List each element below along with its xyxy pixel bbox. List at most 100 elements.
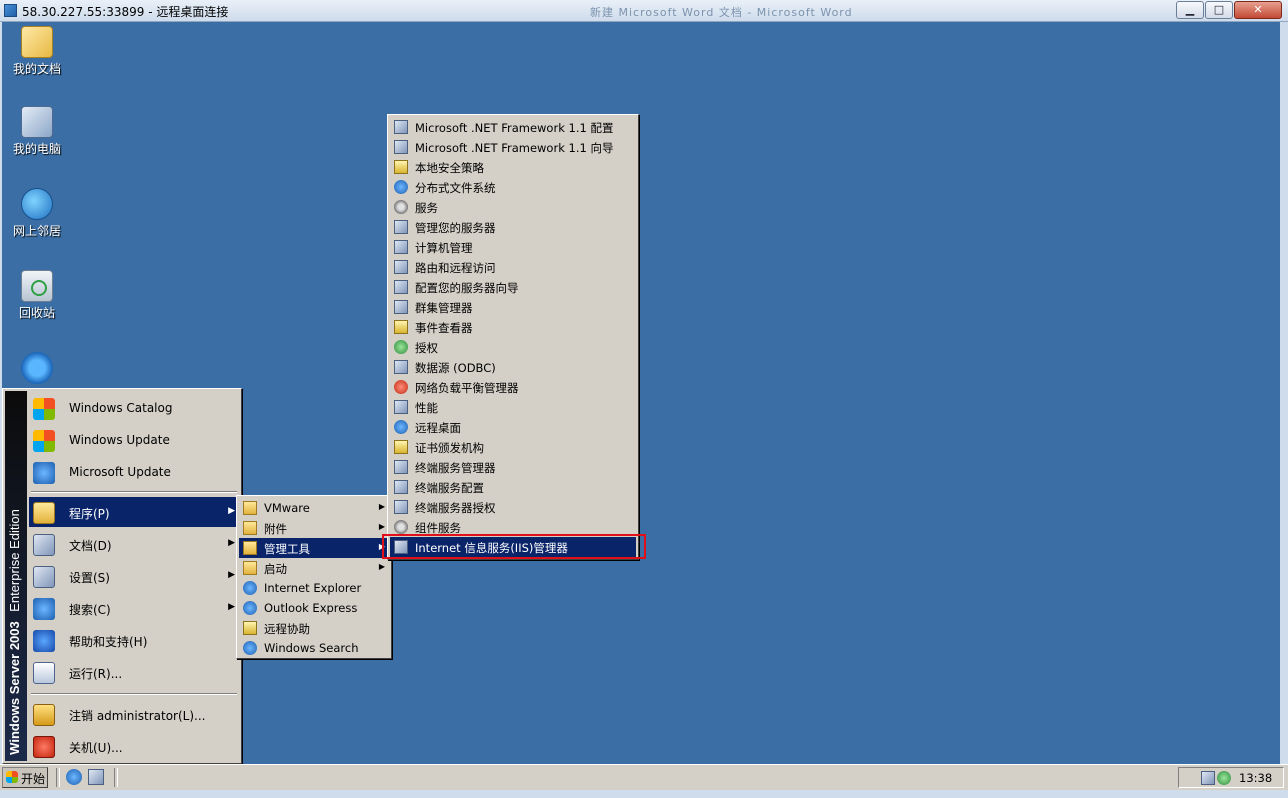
remote-desktop-title-bar[interactable]: 58.30.227.55:33899 - 远程桌面连接 新建 Microsoft… — [0, 0, 1288, 22]
tray-clock[interactable]: 13:38 — [1239, 771, 1272, 785]
terminal-config-icon — [394, 480, 408, 494]
highlight-annotation-box — [382, 534, 646, 559]
quicklaunch-desktop-icon[interactable] — [88, 769, 104, 785]
admin-item-odbc[interactable]: 数据源 (ODBC) — [390, 357, 636, 377]
dotnet-wizard-icon — [394, 140, 408, 154]
remote-assistance-icon — [243, 621, 257, 635]
banner-product: Windows Server 2003 — [7, 621, 22, 755]
desktop-icon-internet-explorer[interactable] — [4, 352, 70, 386]
tray-network-icon[interactable] — [1201, 771, 1215, 785]
start-button[interactable]: 开始 — [2, 767, 48, 788]
internet-explorer-icon — [21, 352, 53, 384]
submenu-arrow-icon: ▶ — [228, 570, 235, 580]
admin-item-dfs[interactable]: 分布式文件系统 — [390, 177, 636, 197]
start-menu-banner: Windows Server 2003 Enterprise Edition — [5, 391, 27, 761]
desktop-icon-my-computer[interactable]: 我的电脑 — [4, 106, 70, 157]
menu-windows-update[interactable]: Windows Update — [29, 425, 239, 455]
folder-icon — [243, 521, 257, 535]
manage-server-icon — [394, 220, 408, 234]
shutdown-icon — [33, 736, 55, 758]
admin-item-computer-management[interactable]: 计算机管理 — [390, 237, 636, 257]
submenu-item-internet-explorer[interactable]: Internet Explorer — [239, 578, 389, 598]
submenu-item-label: Windows Search — [264, 641, 359, 655]
menu-run[interactable]: 运行(R)... — [29, 657, 239, 687]
menu-microsoft-update[interactable]: Microsoft Update — [29, 457, 239, 487]
internet-explorer-icon — [243, 581, 257, 595]
admin-item-dotnet-wizard[interactable]: Microsoft .NET Framework 1.1 向导 — [390, 137, 636, 157]
menu-shutdown[interactable]: 关机(U)... — [29, 731, 239, 761]
maximize-button[interactable]: □ — [1205, 1, 1233, 19]
submenu-item-outlook-express[interactable]: Outlook Express — [239, 598, 389, 618]
admin-item-label: 计算机管理 — [415, 241, 473, 255]
windows-catalog-icon — [33, 398, 55, 420]
help-icon — [33, 630, 55, 652]
menu-windows-catalog[interactable]: Windows Catalog — [29, 393, 239, 423]
tray-update-icon[interactable] — [1217, 771, 1231, 785]
configure-server-icon — [394, 280, 408, 294]
admin-item-label: 授权 — [415, 341, 438, 355]
admin-item-services[interactable]: 服务 — [390, 197, 636, 217]
window-title: 58.30.227.55:33899 - 远程桌面连接 — [22, 5, 229, 19]
admin-item-local-security-policy[interactable]: 本地安全策略 — [390, 157, 636, 177]
quicklaunch-ie-icon[interactable] — [66, 769, 82, 785]
admin-item-manage-server[interactable]: 管理您的服务器 — [390, 217, 636, 237]
microsoft-update-icon — [33, 462, 55, 484]
cluster-icon — [394, 300, 408, 314]
computer-management-icon — [394, 240, 408, 254]
windows-update-icon — [33, 430, 55, 452]
menu-settings[interactable]: 设置(S) ▶ — [29, 561, 239, 591]
banner-text: Windows Server 2003 Enterprise Edition — [7, 509, 22, 755]
admin-item-terminal-server-licensing[interactable]: 终端服务器授权 — [390, 497, 636, 517]
menu-help-support[interactable]: 帮助和支持(H) — [29, 625, 239, 655]
recycle-bin-icon — [21, 270, 53, 302]
remote-desktops-icon — [394, 420, 408, 434]
minimize-button[interactable]: ▁ — [1176, 1, 1204, 19]
submenu-item-startup[interactable]: 启动 ▶ — [239, 558, 389, 578]
admin-item-cluster-manager[interactable]: 群集管理器 — [390, 297, 636, 317]
desktop-icon-network-places[interactable]: 网上邻居 — [4, 188, 70, 239]
menu-programs[interactable]: 程序(P) ▶ — [29, 497, 239, 527]
services-gear-icon — [394, 200, 408, 214]
admin-item-label: Microsoft .NET Framework 1.1 配置 — [415, 121, 614, 135]
start-menu: Windows Server 2003 Enterprise Edition W… — [2, 388, 242, 764]
folder-icon — [243, 541, 257, 555]
submenu-item-label: Internet Explorer — [264, 581, 362, 595]
search-icon — [33, 598, 55, 620]
folder-icon — [243, 561, 257, 575]
admin-item-label: 事件查看器 — [415, 321, 473, 335]
submenu-item-remote-assistance[interactable]: 远程协助 — [239, 618, 389, 638]
admin-item-remote-desktops[interactable]: 远程桌面 — [390, 417, 636, 437]
settings-icon — [33, 566, 55, 588]
admin-item-terminal-services-config[interactable]: 终端服务配置 — [390, 477, 636, 497]
desktop-icon-my-documents[interactable]: 我的文档 — [4, 26, 70, 77]
component-services-icon — [394, 520, 408, 534]
admin-item-performance[interactable]: 性能 — [390, 397, 636, 417]
menu-logoff[interactable]: 注销 administrator(L)... — [29, 699, 239, 729]
start-button-label: 开始 — [21, 772, 46, 786]
admin-item-nlb-manager[interactable]: 网络负载平衡管理器 — [390, 377, 636, 397]
submenu-item-windows-search[interactable]: Windows Search — [239, 638, 389, 658]
admin-item-dotnet-config[interactable]: Microsoft .NET Framework 1.1 配置 — [390, 117, 636, 137]
admin-tools-submenu: Microsoft .NET Framework 1.1 配置 Microsof… — [387, 114, 639, 560]
submenu-item-admin-tools[interactable]: 管理工具 ▶ — [239, 538, 389, 558]
menu-documents[interactable]: 文档(D) ▶ — [29, 529, 239, 559]
admin-item-label: 网络负载平衡管理器 — [415, 381, 519, 395]
admin-item-label: 证书颁发机构 — [415, 441, 484, 455]
admin-item-certification-authority[interactable]: 证书颁发机构 — [390, 437, 636, 457]
admin-item-event-viewer[interactable]: 事件查看器 — [390, 317, 636, 337]
dfs-icon — [394, 180, 408, 194]
admin-item-routing-remote-access[interactable]: 路由和远程访问 — [390, 257, 636, 277]
submenu-item-vmware[interactable]: VMware ▶ — [239, 498, 389, 518]
menu-search[interactable]: 搜索(C) ▶ — [29, 593, 239, 623]
search-icon — [243, 641, 257, 655]
desktop-icon-label: 回收站 — [18, 306, 55, 320]
desktop-icon-recycle-bin[interactable]: 回收站 — [4, 270, 70, 321]
submenu-item-accessories[interactable]: 附件 ▶ — [239, 518, 389, 538]
admin-item-configure-server-wizard[interactable]: 配置您的服务器向导 — [390, 277, 636, 297]
admin-item-label: 终端服务配置 — [415, 481, 484, 495]
admin-item-licensing[interactable]: 授权 — [390, 337, 636, 357]
submenu-arrow-icon: ▶ — [228, 538, 235, 548]
close-button[interactable]: ✕ — [1234, 1, 1282, 19]
menu-item-label: 运行(R)... — [69, 667, 123, 681]
admin-item-terminal-services-manager[interactable]: 终端服务管理器 — [390, 457, 636, 477]
